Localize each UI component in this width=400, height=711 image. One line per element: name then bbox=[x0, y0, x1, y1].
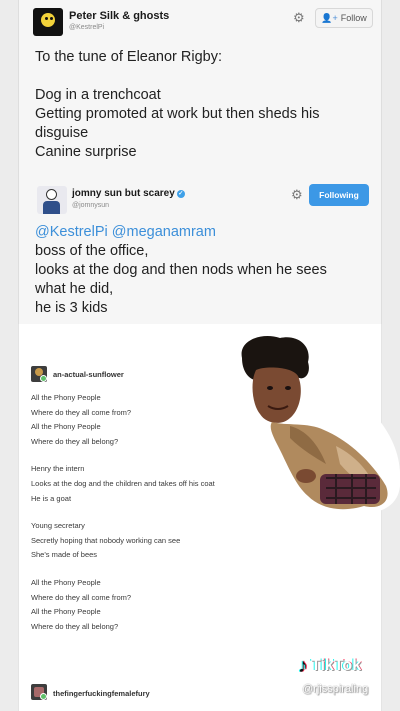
tweet-line: To the tune of Eleanor Rigby: bbox=[35, 49, 223, 65]
avatar[interactable] bbox=[37, 186, 67, 214]
avatar[interactable] bbox=[31, 684, 47, 700]
tweet-author-name[interactable]: jomny sun but scarey ✓ bbox=[72, 188, 185, 199]
tweet-author-handle[interactable]: @jomnysun bbox=[72, 202, 109, 209]
follow-button[interactable]: 👤+ Follow bbox=[315, 8, 373, 28]
tiktok-handle: @rjisspiraling bbox=[302, 683, 369, 695]
person-sticker-image bbox=[216, 326, 400, 526]
tiktok-note-icon: ♪ bbox=[298, 654, 308, 677]
tweet-text: To the tune of Eleanor Rigby: Dog in a t… bbox=[35, 48, 375, 162]
gear-icon[interactable]: ⚙ bbox=[291, 188, 303, 201]
tweet-line: Canine surprise bbox=[35, 144, 137, 160]
avatar-face bbox=[41, 13, 55, 27]
status-badge bbox=[40, 693, 47, 700]
poem-line: All the Phony People bbox=[31, 577, 101, 587]
tweet-author-handle[interactable]: @KestrelPi bbox=[69, 24, 104, 31]
tweet-line: looks at the dog and then nods when he s… bbox=[35, 262, 327, 278]
tweet-author-name-text: jomny sun but scarey bbox=[72, 188, 175, 199]
tweet-line: Getting promoted at work but then sheds … bbox=[35, 106, 320, 122]
add-person-icon: 👤+ bbox=[321, 12, 338, 23]
reblogger-name[interactable]: thefingerfuckingfemalefury bbox=[53, 689, 150, 698]
tweet-author-name[interactable]: Peter Silk & ghosts bbox=[69, 10, 169, 22]
tweet-card-jomnysun: jomny sun but scarey ✓ @jomnysun ⚙ Follow… bbox=[18, 178, 382, 324]
gear-icon[interactable]: ⚙ bbox=[293, 11, 305, 24]
poem-line: Where do they all come from? bbox=[31, 592, 132, 602]
verified-badge-icon: ✓ bbox=[176, 190, 185, 198]
tweet-line: disguise bbox=[35, 125, 89, 141]
tiktok-watermark: ♪ TikTok bbox=[298, 655, 398, 677]
tweet-card-kestrelpi: Peter Silk & ghosts @KestrelPi ⚙ 👤+ Foll… bbox=[18, 0, 382, 178]
poem-line: Where do they all belong? bbox=[31, 621, 119, 631]
poem-line: Secretly hoping that nobody working can … bbox=[31, 535, 181, 545]
tweet-line: boss of the office, bbox=[35, 243, 149, 259]
avatar[interactable] bbox=[33, 8, 63, 36]
post-author[interactable]: an-actual-sunflower bbox=[53, 370, 124, 379]
avatar[interactable] bbox=[31, 366, 47, 382]
tweet-line: Dog in a trenchcoat bbox=[35, 87, 161, 103]
tweet-text: @KestrelPi @meganamram boss of the offic… bbox=[35, 223, 375, 318]
poem-line: All the Phony People bbox=[31, 607, 101, 617]
status-badge bbox=[40, 375, 47, 382]
following-button[interactable]: Following bbox=[309, 184, 369, 206]
tweet-line: what he did, bbox=[35, 281, 114, 297]
tweet-line: he is 3 kids bbox=[35, 300, 108, 316]
tiktok-brand: TikTok bbox=[311, 657, 362, 674]
tweet-mentions[interactable]: @KestrelPi @meganamram bbox=[35, 223, 375, 242]
follow-label: Follow bbox=[340, 13, 367, 23]
poem-line: She's made of bees bbox=[31, 550, 98, 560]
